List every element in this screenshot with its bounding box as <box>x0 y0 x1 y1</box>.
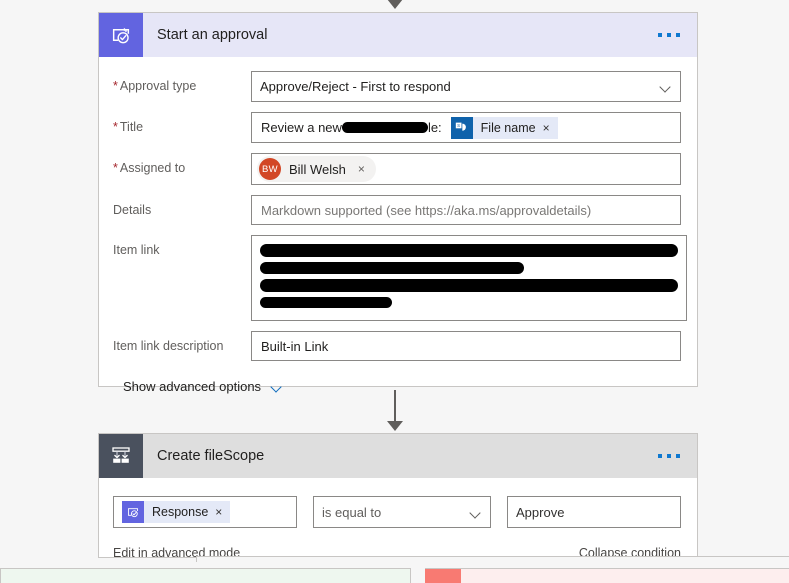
person-chip[interactable]: BW Bill Welsh × <box>257 156 376 182</box>
more-options-button[interactable] <box>641 13 697 57</box>
card-body: * Approval type Approve/Reject - First to… <box>99 57 697 410</box>
field-assigned-to: * Assigned to BW Bill Welsh × <box>113 153 681 185</box>
required-marker: * <box>113 79 118 93</box>
dynamic-token-file-name[interactable]: S File name × <box>450 116 558 139</box>
field-label: Details <box>113 203 152 217</box>
chevron-down-icon <box>470 509 482 516</box>
svg-text:S: S <box>457 123 460 128</box>
connector-arrow-middle <box>0 390 789 431</box>
ellipsis-dot <box>658 454 662 458</box>
field-label: Item link description <box>113 339 224 353</box>
title-text-before: Review a new <box>261 120 342 135</box>
chevron-down-icon <box>271 383 283 390</box>
required-marker: * <box>113 161 118 175</box>
title-text-after: le: <box>427 120 442 135</box>
arrowhead-down-icon <box>386 0 403 9</box>
redacted-line <box>260 297 392 308</box>
ellipsis-dot <box>676 454 680 458</box>
branch-panel-if-no[interactable] <box>425 568 789 583</box>
action-card-start-approval[interactable]: Start an approval * Approval type Approve… <box>98 12 698 394</box>
item-link-description-input[interactable]: Built-in Link <box>251 331 681 361</box>
field-label: * Assigned to <box>113 161 186 175</box>
field-item-link: Item link <box>113 235 687 321</box>
condition-row: Response × is equal to Approve <box>113 496 681 528</box>
condition-container-outline <box>196 556 789 562</box>
branch-panel-if-yes[interactable] <box>0 568 411 583</box>
condition-operand-input[interactable]: Response × <box>113 496 297 528</box>
chevron-down-icon <box>660 83 672 90</box>
redacted-line <box>260 262 524 274</box>
redacted-text <box>341 122 428 133</box>
condition-operator-dropdown[interactable]: is equal to <box>313 496 491 528</box>
assigned-to-input[interactable]: BW Bill Welsh × <box>251 153 681 185</box>
connector-line <box>393 390 396 422</box>
approval-type-dropdown[interactable]: Approve/Reject - First to respond <box>251 71 681 102</box>
details-input[interactable]: Markdown supported (see https://aka.ms/a… <box>251 195 681 225</box>
item-link-description-value: Built-in Link <box>261 338 329 354</box>
connector-arrow-top <box>0 0 789 9</box>
field-label: Item link <box>113 243 160 257</box>
ellipsis-dot <box>658 33 662 37</box>
arrowhead-down-icon <box>386 421 403 431</box>
card-title: Create fileScope <box>157 448 265 464</box>
approvals-icon <box>122 501 144 523</box>
field-label: * Title <box>113 120 144 134</box>
approvals-icon <box>99 13 143 57</box>
field-details: Details Markdown supported (see https://… <box>113 195 681 225</box>
field-item-link-description: Item link description Built-in Link <box>113 331 681 361</box>
field-approval-type: * Approval type Approve/Reject - First to… <box>113 71 681 102</box>
avatar: BW <box>259 158 281 180</box>
card-header: Start an approval <box>99 13 697 57</box>
token-remove-icon[interactable]: × <box>215 505 230 519</box>
item-link-input[interactable] <box>251 235 687 321</box>
ellipsis-dot <box>676 33 680 37</box>
token-remove-icon[interactable]: × <box>543 121 558 135</box>
more-options-button[interactable] <box>641 434 697 478</box>
condition-branch-icon <box>99 434 143 478</box>
card-body: Response × is equal to Approve Edit in a… <box>99 478 697 560</box>
redacted-line <box>260 279 678 292</box>
condition-value-field[interactable]: Approve <box>507 496 681 528</box>
dynamic-token-response[interactable]: Response × <box>122 501 231 523</box>
card-title: Start an approval <box>157 27 268 43</box>
details-placeholder: Markdown supported (see https://aka.ms/a… <box>261 202 592 218</box>
person-remove-icon[interactable]: × <box>358 162 365 176</box>
required-marker: * <box>113 120 118 134</box>
field-title: * Title Review a new le: S File name × <box>113 112 681 143</box>
condition-operator-value: is equal to <box>322 504 382 520</box>
condition-operand-field[interactable]: Response × <box>113 496 297 528</box>
title-input[interactable]: Review a new le: S File name × <box>251 112 681 143</box>
sharepoint-icon: S <box>450 116 473 139</box>
ellipsis-dot <box>667 454 671 458</box>
field-label: * Approval type <box>113 79 197 93</box>
person-name: Bill Welsh <box>289 161 346 177</box>
condition-value-input[interactable]: Approve <box>507 496 681 528</box>
ellipsis-dot <box>667 33 671 37</box>
approval-type-value: Approve/Reject - First to respond <box>260 79 451 94</box>
card-header: Create fileScope <box>99 434 697 478</box>
redacted-line <box>260 244 678 257</box>
token-label: File name <box>480 120 536 135</box>
token-label: Response <box>152 505 209 519</box>
condition-value: Approve <box>516 504 565 520</box>
branch-no-icon <box>425 569 461 583</box>
action-card-create-filescope[interactable]: Create fileScope Response × is equal to … <box>98 433 698 560</box>
condition-operator-field[interactable]: is equal to <box>313 496 491 528</box>
